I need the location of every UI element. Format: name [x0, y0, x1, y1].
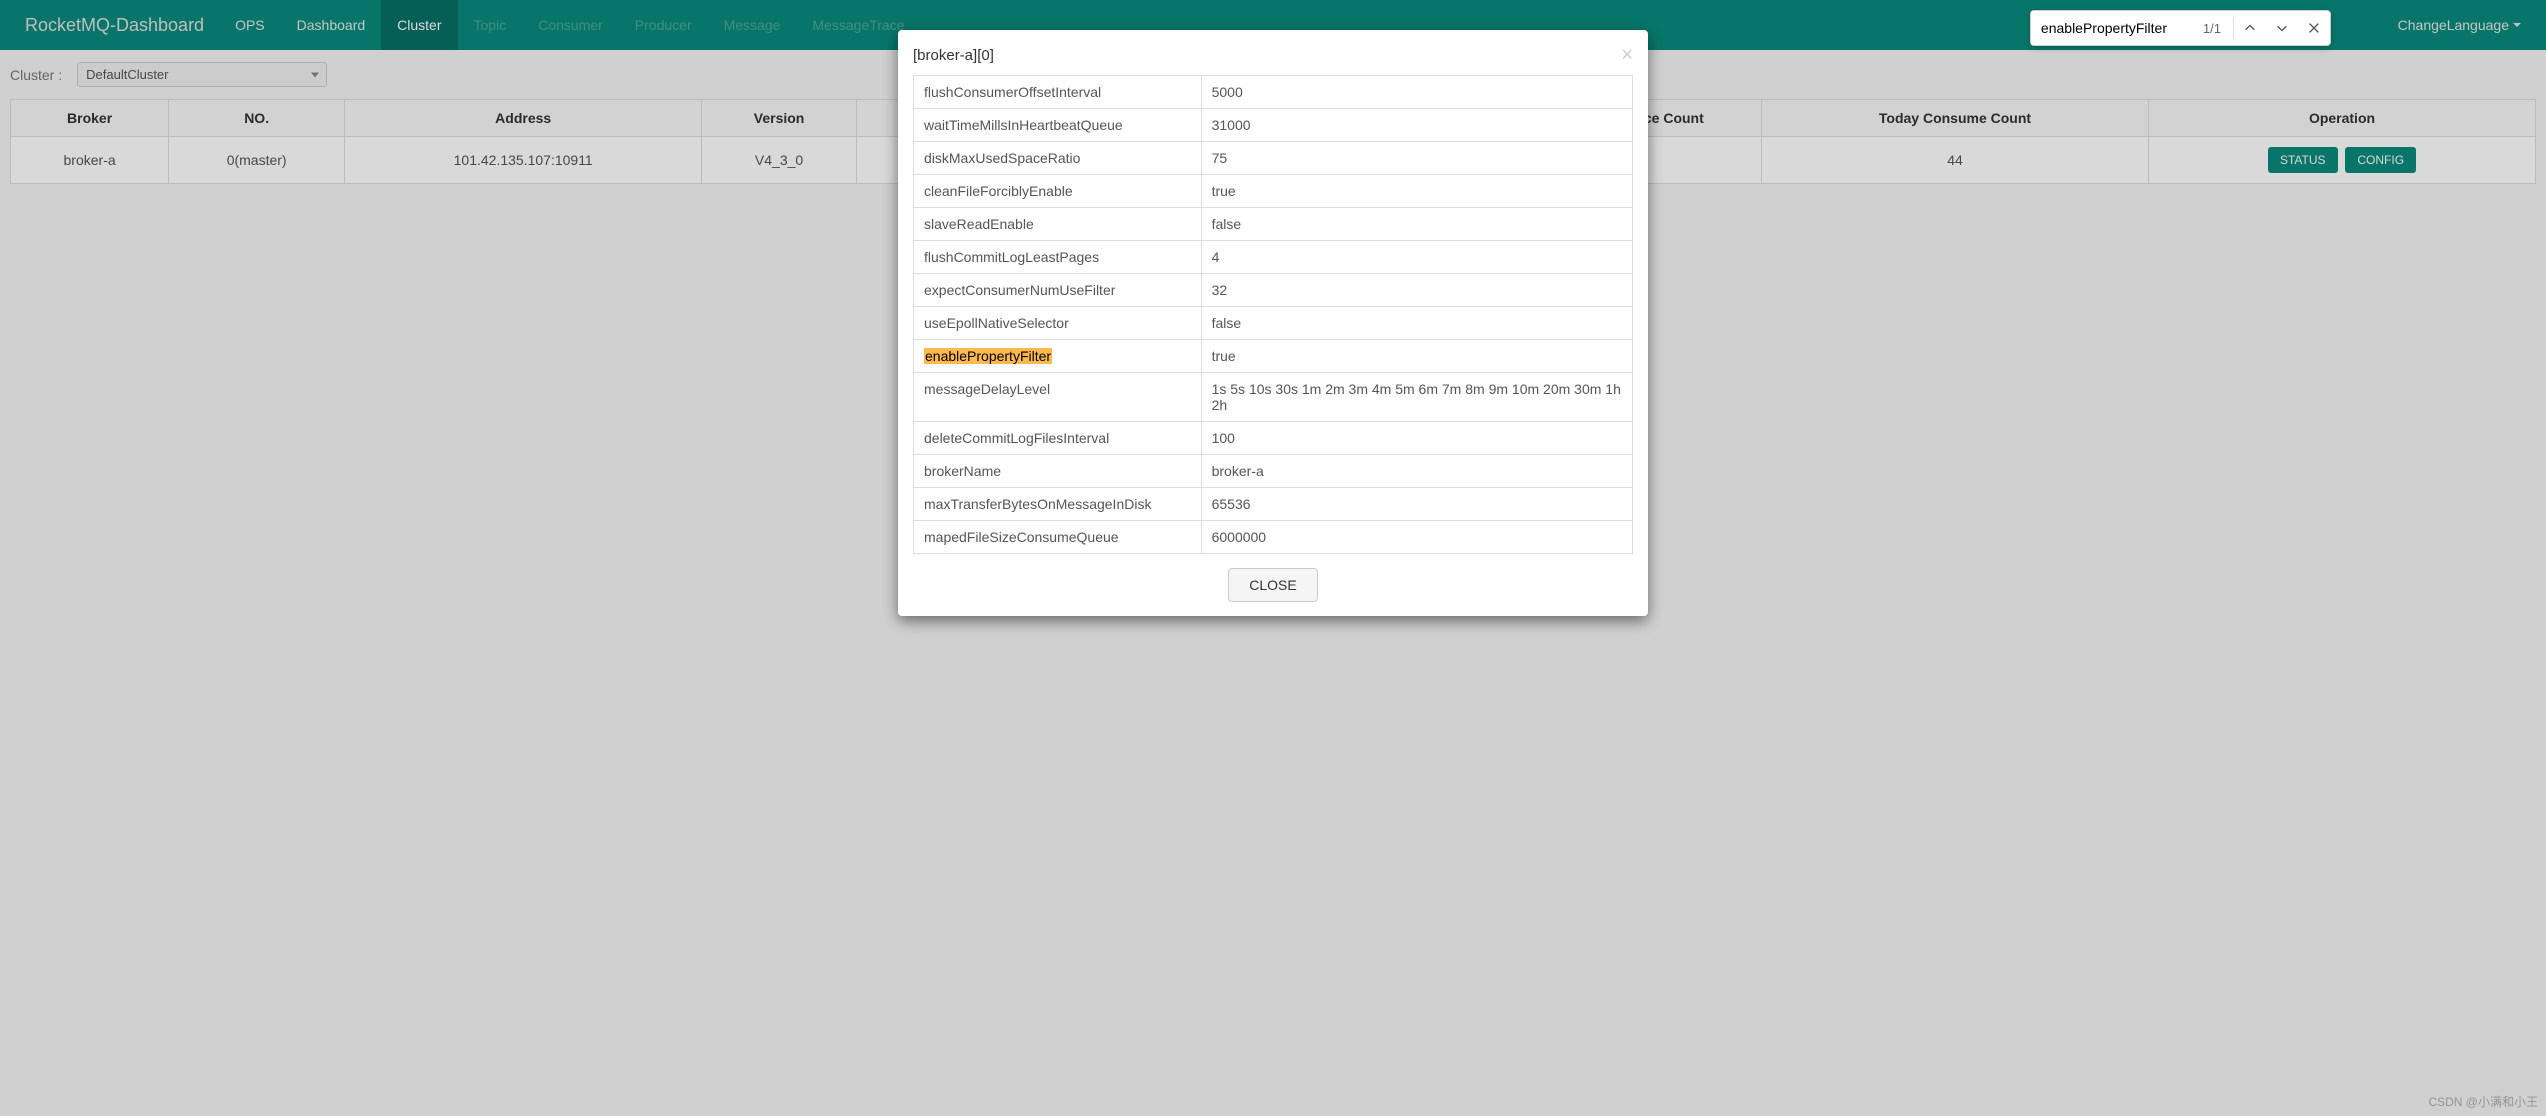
- modal-title: [broker-a][0]: [913, 47, 994, 64]
- config-key: waitTimeMillsInHeartbeatQueue: [914, 109, 1202, 142]
- config-key: enablePropertyFilter: [914, 340, 1202, 373]
- find-next-button[interactable]: [2266, 10, 2298, 46]
- config-key: messageDelayLevel: [914, 373, 1202, 422]
- config-row: maxTransferBytesOnMessageInDisk65536: [914, 488, 1633, 521]
- config-key: flushConsumerOffsetInterval: [914, 76, 1202, 109]
- config-value: 65536: [1201, 488, 1632, 521]
- modal-close-x[interactable]: ×: [1621, 45, 1633, 65]
- find-close-button[interactable]: [2298, 10, 2330, 46]
- config-row: enablePropertyFiltertrue: [914, 340, 1633, 373]
- config-table: flushConsumerOffsetInterval5000waitTimeM…: [913, 75, 1633, 554]
- config-value: 6000000: [1201, 521, 1632, 554]
- modal-overlay: [broker-a][0] × flushConsumerOffsetInter…: [0, 0, 2546, 1116]
- chevron-down-icon: [2275, 21, 2289, 35]
- config-value: broker-a: [1201, 455, 1632, 488]
- config-value: 32: [1201, 274, 1632, 307]
- config-value: 5000: [1201, 76, 1632, 109]
- config-value: 31000: [1201, 109, 1632, 142]
- config-key: useEpollNativeSelector: [914, 307, 1202, 340]
- config-row: flushConsumerOffsetInterval5000: [914, 76, 1633, 109]
- config-key: maxTransferBytesOnMessageInDisk: [914, 488, 1202, 521]
- config-key: cleanFileForciblyEnable: [914, 175, 1202, 208]
- config-key: slaveReadEnable: [914, 208, 1202, 241]
- close-button[interactable]: CLOSE: [1228, 568, 1317, 602]
- modal-footer: CLOSE: [898, 554, 1648, 616]
- chevron-up-icon: [2243, 21, 2257, 35]
- config-row: messageDelayLevel1s 5s 10s 30s 1m 2m 3m …: [914, 373, 1633, 422]
- config-row: waitTimeMillsInHeartbeatQueue31000: [914, 109, 1633, 142]
- config-row: diskMaxUsedSpaceRatio75: [914, 142, 1633, 175]
- config-key: expectConsumerNumUseFilter: [914, 274, 1202, 307]
- find-prev-button[interactable]: [2234, 10, 2266, 46]
- config-key: brokerName: [914, 455, 1202, 488]
- find-input[interactable]: [2031, 11, 2191, 45]
- config-row: deleteCommitLogFilesInterval100: [914, 422, 1633, 455]
- config-value: true: [1201, 175, 1632, 208]
- config-row: slaveReadEnablefalse: [914, 208, 1633, 241]
- config-value: 4: [1201, 241, 1632, 274]
- config-row: cleanFileForciblyEnabletrue: [914, 175, 1633, 208]
- config-row: brokerNamebroker-a: [914, 455, 1633, 488]
- config-row: mapedFileSizeConsumeQueue6000000: [914, 521, 1633, 554]
- config-value: 100: [1201, 422, 1632, 455]
- config-key: diskMaxUsedSpaceRatio: [914, 142, 1202, 175]
- config-value: 75: [1201, 142, 1632, 175]
- config-value: false: [1201, 208, 1632, 241]
- config-value: false: [1201, 307, 1632, 340]
- config-value: 1s 5s 10s 30s 1m 2m 3m 4m 5m 6m 7m 8m 9m…: [1201, 373, 1632, 422]
- config-row: expectConsumerNumUseFilter32: [914, 274, 1633, 307]
- modal-body[interactable]: flushConsumerOffsetInterval5000waitTimeM…: [898, 75, 1648, 554]
- config-value: true: [1201, 340, 1632, 373]
- find-count: 1/1: [2191, 21, 2233, 36]
- find-in-page-bar: 1/1: [2030, 10, 2331, 46]
- config-row: useEpollNativeSelectorfalse: [914, 307, 1633, 340]
- config-modal: [broker-a][0] × flushConsumerOffsetInter…: [898, 30, 1648, 616]
- config-key: flushCommitLogLeastPages: [914, 241, 1202, 274]
- config-key: mapedFileSizeConsumeQueue: [914, 521, 1202, 554]
- config-key: deleteCommitLogFilesInterval: [914, 422, 1202, 455]
- config-row: flushCommitLogLeastPages4: [914, 241, 1633, 274]
- close-icon: [2307, 21, 2321, 35]
- modal-header: [broker-a][0] ×: [898, 30, 1648, 75]
